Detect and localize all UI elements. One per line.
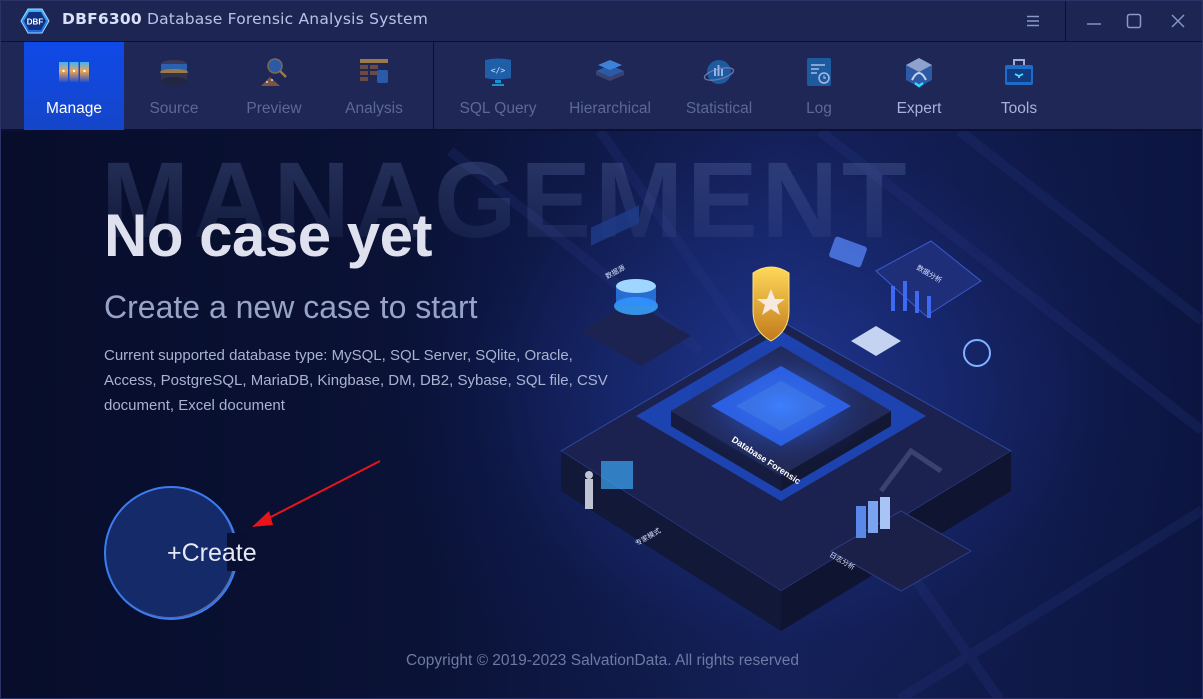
- tab-sql-query[interactable]: </> SQL Query: [448, 42, 548, 130]
- table-analysis-icon: [360, 59, 388, 83]
- tab-manage-label: Manage: [45, 100, 102, 117]
- tab-analysis-label: Analysis: [345, 100, 403, 117]
- empty-state-subtitle: Create a new case to start: [104, 289, 478, 325]
- copyright-text: Copyright © 2019-2023 SalvationData. All…: [405, 652, 800, 669]
- panel-label-data-source: 数据源: [604, 263, 627, 281]
- tab-preview-label: Preview: [246, 100, 302, 117]
- sql-code-icon: </>: [485, 58, 511, 86]
- tab-source-label: Source: [149, 100, 199, 117]
- tab-preview[interactable]: Preview: [224, 42, 324, 130]
- log-clock-icon: [807, 58, 831, 86]
- tab-hierarchical[interactable]: Hierarchical: [560, 42, 660, 130]
- tab-expert-label: Expert: [896, 100, 942, 117]
- maximize-button[interactable]: [1112, 1, 1156, 41]
- menu-button[interactable]: [1011, 1, 1055, 41]
- tab-analysis[interactable]: Analysis: [324, 42, 424, 130]
- tab-expert[interactable]: Expert: [869, 42, 969, 130]
- hamburger-menu-icon: [1027, 15, 1039, 27]
- create-button-label[interactable]: +Create: [167, 539, 257, 568]
- tab-tools[interactable]: Tools: [969, 42, 1069, 130]
- case-folders-icon: [59, 62, 89, 82]
- manage-panel: MANAGEMENT Database Forensic 数据源 数据分析 专家…: [1, 131, 1202, 698]
- chart-globe-icon: [703, 60, 735, 84]
- main-toolbar: Manage Source Preview Analysis </> SQL Q…: [1, 41, 1202, 131]
- tab-sql-query-label: SQL Query: [459, 100, 537, 117]
- plus-icon: +: [167, 539, 182, 567]
- svg-text:</>: </>: [491, 66, 506, 75]
- close-button[interactable]: [1156, 1, 1200, 41]
- toolbox-icon: [1005, 59, 1033, 85]
- database-forensic-illustration: Database Forensic 数据源 数据分析 专家模式 日志分析: [560, 205, 1012, 631]
- minimize-button[interactable]: [1072, 1, 1116, 41]
- toolbar-divider: [433, 42, 434, 130]
- app-logo-icon: DBF: [20, 8, 50, 34]
- app-name: Database Forensic Analysis System: [146, 10, 429, 28]
- database-source-icon: [160, 60, 188, 85]
- empty-state-title: No case yet: [104, 202, 433, 269]
- create-text: Create: [181, 539, 257, 567]
- expert-cube-icon: [906, 58, 932, 88]
- svg-text:DBF: DBF: [27, 18, 44, 27]
- tab-log-label: Log: [806, 100, 832, 117]
- tab-source[interactable]: Source: [124, 42, 224, 130]
- tab-hierarchical-label: Hierarchical: [569, 100, 651, 117]
- app-window: DBF DBF6300 Database Forensic Analysis S…: [0, 0, 1203, 699]
- minimize-icon: [1087, 23, 1101, 25]
- title-divider: [1065, 1, 1066, 41]
- tab-statistical-label: Statistical: [685, 100, 753, 117]
- tab-statistical[interactable]: Statistical: [669, 42, 769, 130]
- tab-tools-label: Tools: [1000, 100, 1038, 117]
- close-icon: [1171, 14, 1185, 28]
- title-bar: DBF DBF6300 Database Forensic Analysis S…: [1, 1, 1202, 41]
- magnifier-preview-icon: [261, 58, 287, 86]
- tab-log[interactable]: Log: [769, 42, 869, 130]
- layers-icon: [596, 60, 624, 81]
- app-code: DBF6300: [62, 10, 142, 28]
- tab-manage[interactable]: Manage: [24, 42, 124, 130]
- app-title: DBF6300 Database Forensic Analysis Syste…: [62, 10, 428, 28]
- maximize-icon: [1126, 13, 1142, 29]
- supported-database-types: Current supported database type: MySQL, …: [104, 347, 608, 414]
